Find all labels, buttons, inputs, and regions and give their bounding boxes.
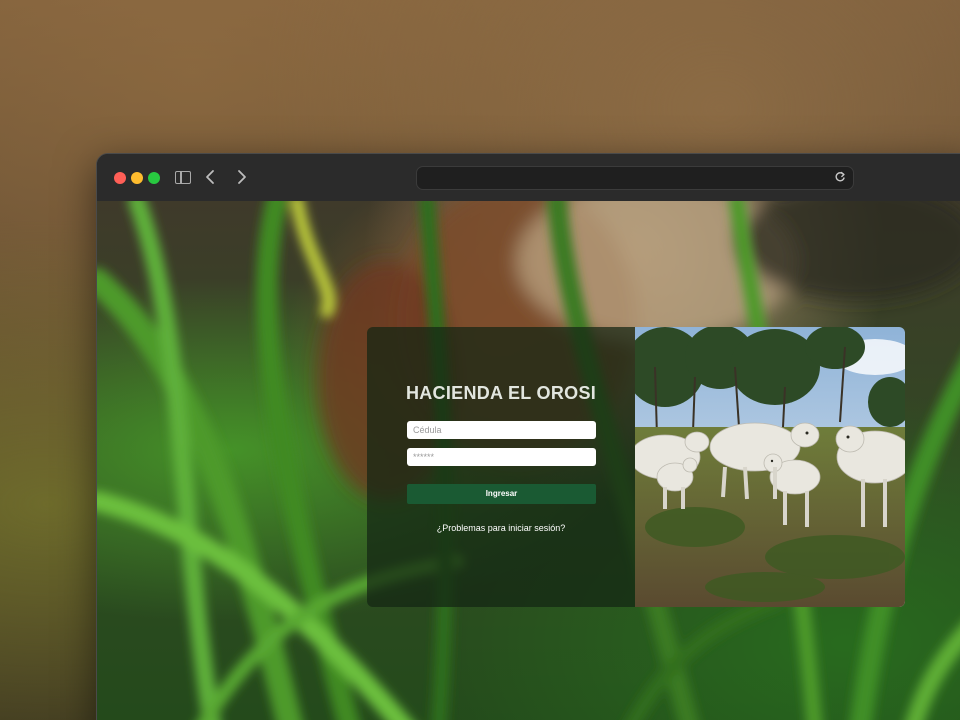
login-button[interactable]: Ingresar [407, 484, 596, 504]
browser-window: HACIENDA EL OROSI Ingresar ¿Problemas pa… [96, 153, 960, 720]
zoom-window-button[interactable] [148, 172, 160, 184]
page-viewport: HACIENDA EL OROSI Ingresar ¿Problemas pa… [97, 201, 960, 720]
chevron-left-icon[interactable] [201, 167, 221, 187]
address-bar[interactable] [416, 166, 854, 190]
chevron-right-icon[interactable] [231, 167, 251, 187]
login-help-link[interactable]: ¿Problemas para iniciar sesión? [367, 523, 635, 533]
close-window-button[interactable] [114, 172, 126, 184]
browser-toolbar [97, 154, 960, 202]
cedula-field[interactable] [407, 421, 596, 439]
password-field[interactable] [407, 448, 596, 466]
page-title: HACIENDA EL OROSI [405, 383, 597, 403]
login-card: HACIENDA EL OROSI Ingresar ¿Problemas pa… [367, 327, 905, 607]
minimize-window-button[interactable] [131, 172, 143, 184]
login-form-panel: HACIENDA EL OROSI Ingresar ¿Problemas pa… [367, 327, 635, 607]
cattle-photo [635, 327, 905, 607]
reload-icon[interactable] [833, 170, 847, 184]
sidebar-icon[interactable] [175, 171, 191, 184]
